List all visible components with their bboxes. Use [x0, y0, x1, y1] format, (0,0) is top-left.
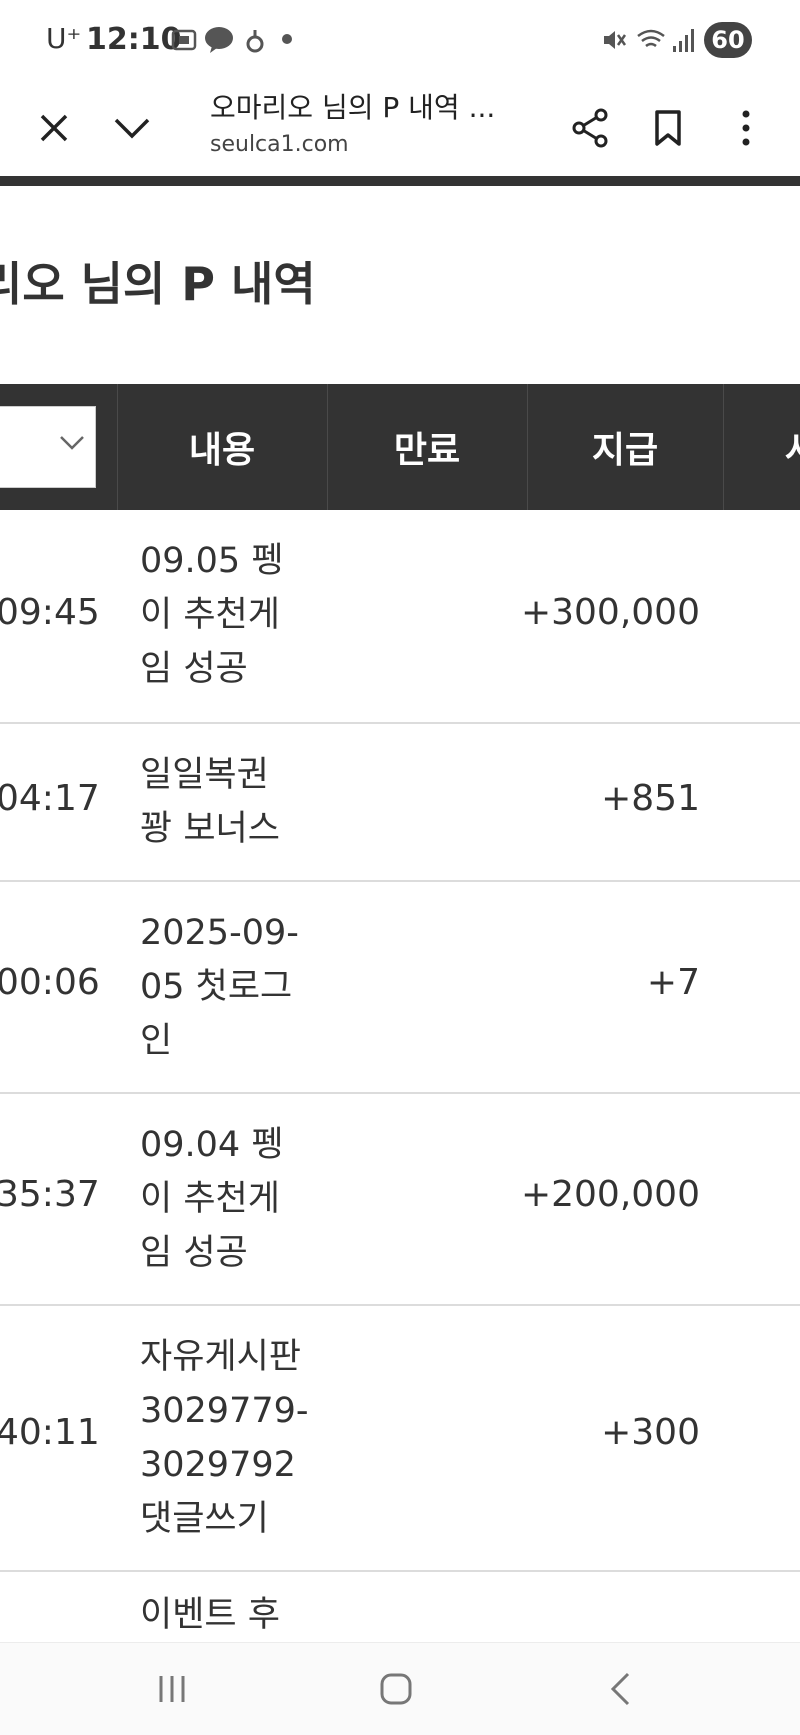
- points-history-table: 09:45 09.05 펭 이 추천게 임 성공 +300,000 04:17 …: [0, 510, 800, 1692]
- row-content: 09.04 펭 이 추천게 임 성공: [140, 1125, 284, 1273]
- close-icon: [40, 114, 68, 142]
- row-content: 자유게시판 3029779- 3029792 댓글쓰기: [140, 1337, 309, 1539]
- date-filter-select[interactable]: [0, 406, 96, 488]
- recent-apps-button[interactable]: [132, 1661, 212, 1717]
- more-options-button[interactable]: [714, 96, 778, 160]
- row-content: 이벤트 후: [140, 1595, 280, 1635]
- browser-url: seulca1.com: [210, 132, 349, 157]
- more-vertical-icon: [742, 110, 750, 146]
- home-icon: [380, 1673, 412, 1705]
- table-row: 09:45 09.05 펭 이 추천게 임 성공 +300,000: [0, 510, 800, 724]
- wifi-icon: [636, 26, 665, 54]
- share-button[interactable]: [558, 96, 622, 160]
- row-time: 09:45: [0, 592, 100, 633]
- table-row: 00:06 2025-09- 05 첫로그 인 +7: [0, 882, 800, 1094]
- signal-icon: [672, 26, 700, 54]
- system-navigation-bar: [0, 1642, 800, 1735]
- row-amount: +300,000: [520, 592, 700, 633]
- row-content: 일일복권 꽝 보너스: [140, 755, 280, 849]
- back-icon: [610, 1672, 630, 1706]
- page-title: 리오 님의 P 내역: [0, 257, 316, 311]
- row-time: 40:11: [0, 1412, 100, 1453]
- chevron-down-icon: [114, 118, 150, 139]
- app-notification-icon: [244, 26, 272, 54]
- browser-page-title: 오마리오 님의 P 내역 ...: [210, 91, 496, 124]
- bookmark-button[interactable]: [636, 96, 700, 160]
- mute-icon: [600, 26, 628, 54]
- header-content: 내용: [117, 384, 328, 510]
- header-extra: 사: [723, 384, 800, 510]
- status-bar: U⁺ 12:10 60: [0, 0, 800, 80]
- row-amount: +300: [601, 1412, 700, 1453]
- chevron-down-icon: [60, 436, 84, 450]
- recent-apps-icon: [159, 1676, 185, 1702]
- back-button[interactable]: [580, 1661, 660, 1717]
- browser-toolbar: 오마리오 님의 P 내역 ... seulca1.com: [0, 80, 800, 176]
- header-date-filter: [0, 384, 118, 510]
- close-button[interactable]: [22, 96, 86, 160]
- row-content: 09.05 펭 이 추천게 임 성공: [140, 541, 284, 689]
- table-row: 40:11 자유게시판 3029779- 3029792 댓글쓰기 +300: [0, 1306, 800, 1572]
- row-time: 35:37: [0, 1174, 100, 1215]
- bookmark-icon: [655, 110, 681, 146]
- table-row: 04:17 일일복권 꽝 보너스 +851: [0, 724, 800, 882]
- row-amount: +851: [601, 778, 700, 819]
- clock: 12:10: [86, 22, 182, 57]
- header-paid: 지급: [527, 384, 724, 510]
- battery-indicator: 60: [704, 22, 752, 58]
- table-row: 35:37 09.04 펭 이 추천게 임 성공 +200,000: [0, 1094, 800, 1306]
- toolbar-divider: [0, 176, 800, 186]
- row-time: 04:17: [0, 778, 100, 819]
- home-button[interactable]: [356, 1661, 436, 1717]
- row-amount: +200,000: [520, 1174, 700, 1215]
- table-header: 내용 만료 지급 사: [0, 384, 800, 510]
- more-notifications-dot-icon: [282, 34, 292, 44]
- collapse-button[interactable]: [100, 96, 164, 160]
- row-amount: +7: [646, 962, 700, 1003]
- header-expiry: 만료: [327, 384, 528, 510]
- row-time: 00:06: [0, 962, 100, 1003]
- talk-message-icon: [204, 26, 233, 54]
- row-content: 2025-09- 05 첫로그 인: [140, 913, 299, 1061]
- carrier-label: U⁺: [46, 22, 82, 55]
- share-icon: [572, 108, 608, 148]
- screenshot-icon: [170, 26, 198, 54]
